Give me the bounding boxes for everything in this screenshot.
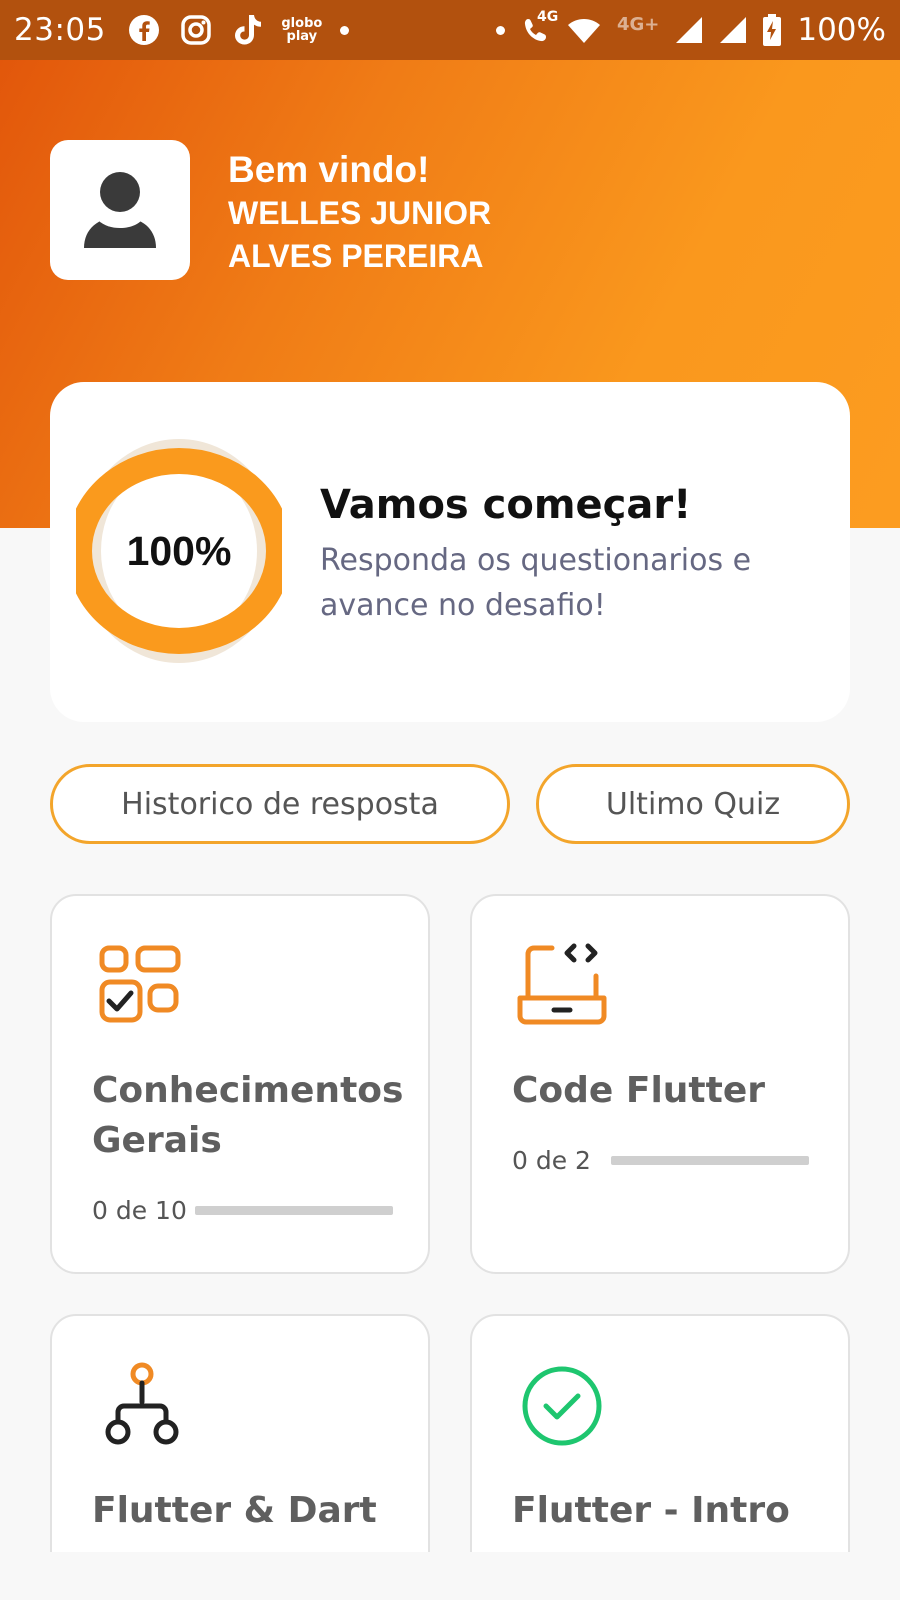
network-type-label: 4G+ (616, 13, 660, 35)
volte-call-icon: 4G (521, 9, 558, 45)
person-icon (84, 172, 156, 248)
tiktok-icon (232, 13, 264, 47)
quiz-card-progress: 0 de 2 (512, 1146, 809, 1175)
volte-label: 4G (536, 9, 559, 25)
battery-percent: 100% (797, 12, 886, 48)
history-button[interactable]: Historico de resposta (50, 764, 510, 844)
quiz-card-title: Flutter & Dart (92, 1490, 377, 1531)
system-icons: 4G 4G+ 100% (495, 9, 886, 48)
quiz-card-title: Code Flutter (512, 1070, 766, 1111)
progress-percent: 100% (126, 527, 232, 574)
welcome-block: Bem vindo! WELLES JUNIOR ALVES PEREIRA (228, 148, 548, 278)
check-circle-icon (522, 1366, 602, 1446)
bottom-edge (0, 1552, 900, 1600)
progress-title: Vamos começar! (320, 482, 692, 528)
wifi-icon (567, 16, 601, 44)
progress-subtitle: Responda os questionarios e avance no de… (320, 543, 752, 623)
facebook-icon (128, 14, 160, 46)
checklist-grid-icon (99, 945, 181, 1023)
user-name: WELLES JUNIOR ALVES PEREIRA (228, 195, 492, 274)
progress-card: 100% Vamos começar! Responda os question… (50, 382, 850, 722)
quiz-card-title: Flutter - Intro (512, 1490, 790, 1531)
quiz-progress-bar (194, 1206, 393, 1215)
quiz-card-progress: 0 de 10 (92, 1196, 393, 1225)
notification-icons: globo play (128, 13, 349, 47)
avatar[interactable] (50, 140, 190, 280)
quiz-card-title: Conhecimentos Gerais (92, 1070, 404, 1161)
progress-ring: 100% (66, 438, 292, 664)
quiz-card-code-flutter[interactable]: Code Flutter 0 de 2 (470, 894, 850, 1274)
quiz-progress-bar (610, 1156, 809, 1165)
welcome-title: Bem vindo! (228, 149, 430, 190)
signal-icon-1 (675, 16, 703, 44)
quiz-card-progress-text: 0 de 10 (92, 1196, 187, 1225)
status-bar: 23:05 globo play 4G 4G+ 100% (0, 0, 900, 60)
more-notifications-dot (339, 25, 349, 35)
quiz-card-progress-text: 0 de 2 (512, 1146, 591, 1175)
laptop-code-icon (517, 943, 607, 1025)
hierarchy-icon (105, 1362, 179, 1445)
battery-charging-icon (763, 14, 782, 46)
app-screen: 23:05 globo play 4G 4G+ 100% Bem vindo! … (0, 0, 900, 1600)
instagram-icon (180, 14, 212, 46)
quiz-card-conhecimentos-gerais[interactable]: Conhecimentos Gerais 0 de 10 (50, 894, 430, 1274)
last-quiz-button[interactable]: Ultimo Quiz (536, 764, 850, 844)
status-time: 23:05 (14, 12, 106, 48)
globoplay-icon: globo play (281, 16, 323, 44)
signal-icon-2 (719, 16, 747, 44)
status-dot (495, 25, 505, 35)
